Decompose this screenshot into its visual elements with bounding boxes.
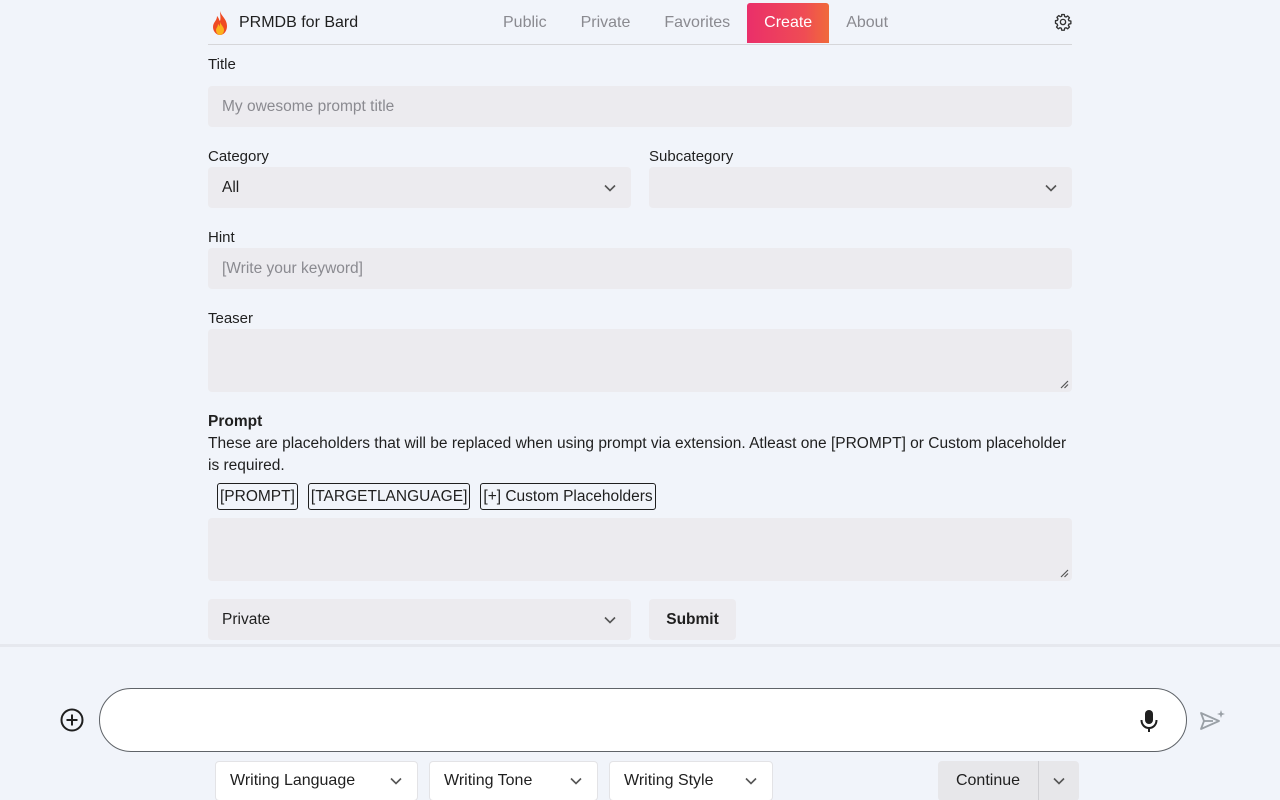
- subcategory-select[interactable]: [649, 167, 1072, 208]
- nav-link-about[interactable]: About: [829, 3, 905, 43]
- writing-tone-dropdown[interactable]: Writing Tone: [429, 761, 598, 800]
- placeholder-prompt-button[interactable]: [PROMPT]: [217, 483, 298, 510]
- mic-icon[interactable]: [1138, 709, 1160, 733]
- writing-tone-label: Writing Tone: [444, 772, 533, 789]
- teaser-textarea[interactable]: [208, 329, 1072, 392]
- resize-handle-icon[interactable]: [1060, 569, 1069, 578]
- category-label: Category: [208, 148, 269, 165]
- writing-language-label: Writing Language: [230, 772, 356, 789]
- hint-label: Hint: [208, 229, 235, 246]
- nav-link-private[interactable]: Private: [564, 3, 648, 43]
- title-input[interactable]: My owesome prompt title: [208, 86, 1072, 127]
- hint-placeholder: [Write your keyword]: [222, 259, 363, 277]
- chevron-down-icon: [604, 184, 616, 192]
- placeholder-buttons: [PROMPT] [TARGETLANGUAGE] [+] Custom Pla…: [208, 483, 1072, 510]
- section-divider: [0, 644, 1280, 647]
- chevron-down-icon: [390, 777, 402, 785]
- title-placeholder: My owesome prompt title: [222, 97, 395, 115]
- prompt-description: These are placeholders that will be repl…: [208, 435, 1067, 474]
- visibility-select[interactable]: Private: [208, 599, 631, 640]
- writing-style-dropdown[interactable]: Writing Style: [609, 761, 773, 800]
- resize-handle-icon[interactable]: [1060, 380, 1069, 389]
- submit-button[interactable]: Submit: [649, 599, 736, 640]
- continue-button[interactable]: Continue: [938, 761, 1038, 800]
- send-icon[interactable]: [1199, 708, 1227, 734]
- chevron-down-icon: [1045, 184, 1057, 192]
- nav-link-favorites[interactable]: Favorites: [647, 3, 747, 43]
- chevron-down-icon: [604, 616, 616, 624]
- subcategory-label: Subcategory: [649, 148, 734, 165]
- placeholder-targetlanguage-button[interactable]: [TARGETLANGUAGE]: [307, 483, 471, 510]
- hint-input[interactable]: [Write your keyword]: [208, 248, 1072, 289]
- writing-style-label: Writing Style: [624, 772, 714, 789]
- nav-links: Public Private Favorites Create About: [486, 3, 905, 43]
- brand-name: PRMDB for Bard: [239, 14, 359, 31]
- brand[interactable]: PRMDB for Bard: [208, 10, 358, 36]
- nav-link-create[interactable]: Create: [747, 3, 830, 43]
- custom-placeholders-button[interactable]: [+] Custom Placeholders: [480, 483, 656, 510]
- continue-options-button[interactable]: [1038, 761, 1079, 800]
- prompt-textarea[interactable]: [208, 518, 1072, 581]
- visibility-value: Private: [222, 610, 271, 628]
- nav-link-public[interactable]: Public: [486, 3, 564, 43]
- chevron-down-icon: [570, 777, 582, 785]
- teaser-label: Teaser: [208, 310, 254, 327]
- gear-icon[interactable]: [1054, 13, 1072, 31]
- category-select[interactable]: All: [208, 167, 631, 208]
- flame-icon: [213, 11, 227, 35]
- add-circle-icon[interactable]: [60, 708, 84, 732]
- chat-input[interactable]: [99, 688, 1187, 752]
- prompt-label: Prompt: [208, 413, 263, 430]
- continue-split-button: Continue: [938, 761, 1079, 800]
- category-value: All: [222, 178, 240, 196]
- top-nav: PRMDB for Bard Public Private Favorites …: [208, 0, 1072, 45]
- writing-language-dropdown[interactable]: Writing Language: [215, 761, 418, 800]
- main-container: PRMDB for Bard Public Private Favorites …: [208, 0, 1072, 640]
- chevron-down-icon: [1053, 777, 1065, 785]
- chevron-down-icon: [745, 777, 757, 785]
- title-label: Title: [208, 56, 236, 73]
